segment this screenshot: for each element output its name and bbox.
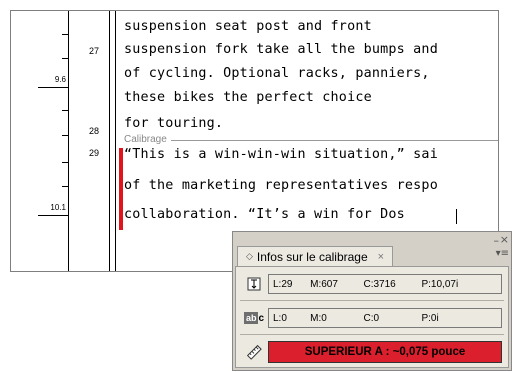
text-line[interactable]: for touring. xyxy=(124,116,223,131)
tab-label: Infos sur le calibrage xyxy=(256,249,368,264)
depth-ruler: 9.6 10.1 xyxy=(11,11,69,271)
ruler-label: 10.1 xyxy=(50,203,66,212)
word-count: M:607 xyxy=(310,278,338,290)
text-line[interactable]: suspension seat post and front xyxy=(124,19,372,34)
ruler-tick-major xyxy=(38,87,68,88)
row-divider xyxy=(240,300,504,301)
text-line[interactable]: of cycling. Optional racks, panniers, xyxy=(124,66,430,81)
overset-marker xyxy=(119,148,123,230)
overset-char-count: C:0 xyxy=(363,312,380,324)
text-line[interactable]: these bikes the perfect choice xyxy=(124,90,372,105)
panel-menu-icon[interactable]: ▾≡ xyxy=(496,248,509,259)
overset-stats-field: L:0 M:0 C:0 P:0i xyxy=(268,308,502,328)
line-number-column: 27 28 29 xyxy=(69,11,110,271)
line-count: L:29 xyxy=(273,278,293,290)
ruler-tick xyxy=(62,186,68,187)
copyfit-info-panel: – × ◇ Infos sur le calibrage × ▾≡ L:29 M… xyxy=(232,231,512,371)
overset-divider xyxy=(124,140,498,141)
overset-stats-row: ab c L:0 M:0 C:0 P:0i xyxy=(238,304,506,332)
ruler-tick xyxy=(62,110,68,111)
abc-icon: ab c xyxy=(243,312,265,324)
overset-text-line[interactable]: of the marketing representatives respo xyxy=(124,178,438,193)
ruler-tick xyxy=(62,34,68,35)
tab-copyfit-info[interactable]: ◇ Infos sur le calibrage × xyxy=(237,246,394,266)
line-number: 29 xyxy=(88,148,99,158)
depth-value: P:10,07i xyxy=(421,278,459,290)
ruler-tick xyxy=(62,58,68,59)
line-number: 28 xyxy=(88,126,99,136)
text-cursor xyxy=(456,209,457,224)
row-divider xyxy=(240,334,504,335)
overset-text-line[interactable]: “This is a win-win-win situation,” sai xyxy=(124,147,438,162)
overflow-warning-row: SUPERIEUR A : ~0,075 pouce xyxy=(238,338,506,366)
overset-line-count: L:0 xyxy=(273,312,287,324)
story-stats-row: L:29 M:607 C:3716 P:10,07i xyxy=(238,270,506,298)
overset-text-line[interactable]: collaboration. “It’s a win for Dos xyxy=(124,207,405,222)
overset-word-count: M:0 xyxy=(310,312,327,324)
overset-depth-value: P:0i xyxy=(421,312,439,324)
panel-body: L:29 M:607 C:3716 P:10,07i ab c L:0 M:0 C… xyxy=(235,266,509,368)
close-icon[interactable]: × xyxy=(500,233,509,246)
minimize-icon[interactable]: – xyxy=(494,234,500,247)
ruler-label: 9.6 xyxy=(54,75,66,84)
panel-bullet-icon: ◇ xyxy=(246,251,253,261)
text-line[interactable]: suspension fork take all the bumps and xyxy=(124,42,438,57)
ruler-tick xyxy=(62,135,68,136)
ruler-icon xyxy=(244,342,264,362)
ruler-tick xyxy=(62,162,68,163)
tab-close-icon[interactable]: × xyxy=(378,251,384,263)
ruler-tick-major xyxy=(38,215,68,216)
overset-warning-badge: SUPERIEUR A : ~0,075 pouce xyxy=(268,341,502,363)
char-count: C:3716 xyxy=(363,278,396,290)
line-number: 27 xyxy=(88,46,99,56)
depth-icon xyxy=(244,274,264,294)
overset-label: Calibrage xyxy=(124,134,171,145)
story-stats-field: L:29 M:607 C:3716 P:10,07i xyxy=(268,274,502,294)
